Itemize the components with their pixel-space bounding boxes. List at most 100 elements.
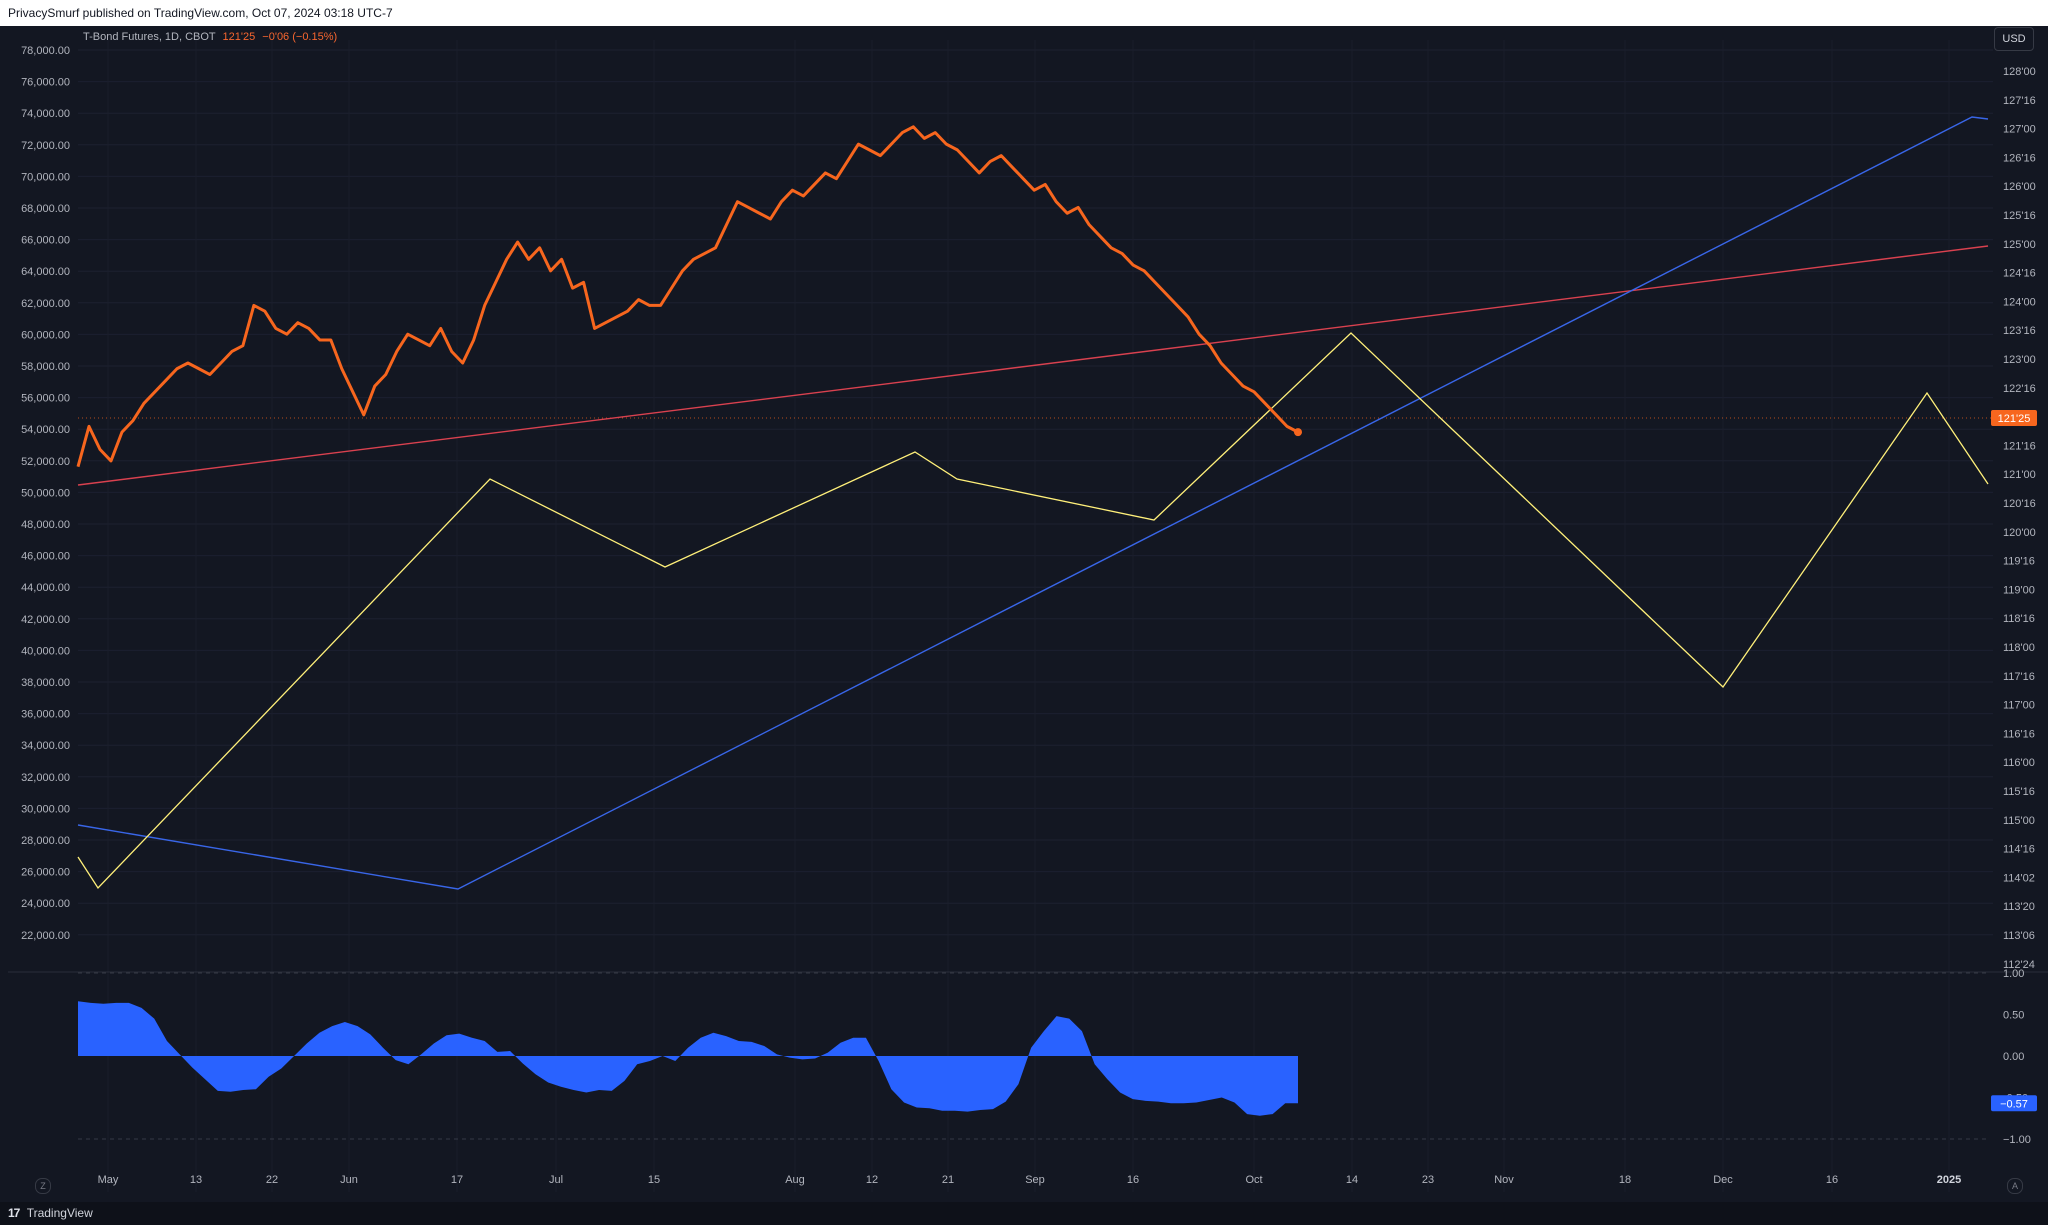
- right-axis-tick: 121'00: [2003, 469, 2036, 481]
- left-axis-tick: 50,000.00: [21, 487, 70, 499]
- right-axis-tick: 113'06: [2003, 930, 2035, 942]
- time-axis-tick: 13: [190, 1174, 202, 1186]
- right-axis-tick: 116'16: [2003, 728, 2035, 740]
- oscillator-tick: 0.00: [2003, 1051, 2024, 1063]
- time-axis-tick: Oct: [1245, 1174, 1262, 1186]
- oscillator-tick: 1.00: [2003, 968, 2024, 980]
- time-axis-tick: 17: [451, 1174, 463, 1186]
- left-axis-tick: 40,000.00: [21, 645, 70, 657]
- right-axis-tick: 125'16: [2003, 210, 2036, 222]
- right-axis-tick: 126'00: [2003, 181, 2036, 193]
- legend-change: −0'06 (−0.15%): [262, 31, 338, 43]
- right-axis-tick: 119'00: [2003, 584, 2035, 596]
- right-axis-tick: 127'00: [2003, 124, 2036, 136]
- left-axis-tick: 32,000.00: [21, 772, 70, 784]
- price-last-point: [1294, 428, 1302, 437]
- oscillator-value-label: −0.57: [2000, 1098, 2028, 1110]
- right-axis-tick: 113'20: [2003, 901, 2035, 913]
- oscillator-area: [78, 1001, 1298, 1116]
- time-axis-tick: May: [98, 1174, 119, 1186]
- blue-trendline: [77, 116, 1989, 890]
- left-axis-tick: 52,000.00: [21, 456, 70, 468]
- tradingview-logo-icon[interactable]: 17: [8, 1202, 20, 1225]
- right-axis-tick: 122'16: [2003, 383, 2036, 395]
- time-axis-tick: Nov: [1494, 1174, 1514, 1186]
- time-axis-tick: Sep: [1025, 1174, 1045, 1186]
- right-axis-tick: 123'00: [2003, 354, 2036, 366]
- right-axis-tick: 124'16: [2003, 268, 2036, 280]
- oscillator-axis: 1.000.500.00-0.50−1.00: [2003, 968, 2031, 1146]
- publisher-text: PrivacySmurf published on TradingView.co…: [8, 6, 393, 20]
- current-price-label: 121'25: [1998, 413, 2031, 425]
- left-axis-tick: 68,000.00: [21, 203, 70, 215]
- left-axis-tick: 62,000.00: [21, 298, 70, 310]
- time-axis-tick: Jul: [549, 1174, 563, 1186]
- right-axis-tick: 119'16: [2003, 556, 2035, 568]
- right-axis-tick: 127'16: [2003, 95, 2036, 107]
- price-line: [76, 125, 1299, 468]
- left-axis-tick: 44,000.00: [21, 582, 70, 594]
- currency-button[interactable]: USD: [1994, 27, 2034, 51]
- right-axis-tick: 114'16: [2003, 844, 2035, 856]
- time-axis-tick: 16: [1826, 1174, 1838, 1186]
- time-axis-tick: Aug: [785, 1174, 805, 1186]
- footer-bar: 17 TradingView: [0, 1202, 2048, 1225]
- time-axis-tick: Jun: [340, 1174, 358, 1186]
- auto-scale-right-button[interactable]: A: [2007, 1178, 2023, 1194]
- time-axis-tick: 16: [1127, 1174, 1139, 1186]
- left-axis-tick: 34,000.00: [21, 740, 70, 752]
- left-axis-tick: 30,000.00: [21, 803, 70, 815]
- left-axis-tick: 48,000.00: [21, 519, 70, 531]
- left-axis-tick: 78,000.00: [21, 45, 70, 57]
- auto-scale-left-button[interactable]: Z: [35, 1178, 51, 1194]
- time-axis-tick: Dec: [1713, 1174, 1733, 1186]
- chart-area[interactable]: 78,000.00 76,000.00 74,000.00 72,000.00 70,0…: [8, 22, 2048, 1212]
- right-axis-tick: 121'16: [2003, 440, 2036, 452]
- right-axis-tick: 115'00: [2003, 815, 2035, 827]
- right-axis-tick: 125'00: [2003, 239, 2036, 251]
- time-axis-tick: 23: [1422, 1174, 1434, 1186]
- left-axis: 78,000.00 76,000.00 74,000.00 72,000.00 70,0…: [21, 45, 70, 942]
- legend-last: 121'25: [222, 31, 256, 43]
- time-axis-tick: 2025: [1937, 1174, 1961, 1186]
- left-axis-tick: 26,000.00: [21, 867, 70, 879]
- left-axis-tick: 70,000.00: [21, 171, 70, 183]
- time-axis-tick: 22: [266, 1174, 278, 1186]
- chart-legend: T-Bond Futures, 1D, CBOT 121'25 −0'06 (−…: [83, 31, 337, 43]
- chart-canvas[interactable]: 78,000.00 76,000.00 74,000.00 72,000.00 70,0…: [8, 22, 2048, 1202]
- left-axis-tick: 38,000.00: [21, 677, 70, 689]
- left-axis-tick: 76,000.00: [21, 77, 70, 89]
- right-axis-tick: 118'16: [2003, 613, 2035, 625]
- right-axis-tick: 120'16: [2003, 498, 2036, 510]
- left-axis-tick: 72,000.00: [21, 140, 70, 152]
- time-axis-tick: 15: [648, 1174, 660, 1186]
- oscillator-tick: 0.50: [2003, 1010, 2024, 1022]
- legend-symbol[interactable]: T-Bond Futures, 1D, CBOT: [83, 31, 215, 43]
- left-axis-tick: 74,000.00: [21, 108, 70, 120]
- left-axis-tick: 66,000.00: [21, 235, 70, 247]
- time-axis: May 13 22 Jun 17 Jul 15 Aug 12 21 Sep 16 Oct 14 23 Nov 1…: [98, 1174, 1962, 1186]
- right-axis-tick: 117'16: [2003, 671, 2035, 683]
- time-axis-tick: 21: [942, 1174, 954, 1186]
- time-axis-tick: 12: [866, 1174, 878, 1186]
- oscillator-tick: −1.00: [2003, 1134, 2031, 1146]
- footer-brand[interactable]: TradingView: [27, 1206, 93, 1220]
- left-axis-tick: 36,000.00: [21, 709, 70, 721]
- grid-lines: [78, 40, 1993, 1192]
- right-axis-tick: 118'00: [2003, 642, 2035, 654]
- right-axis: 128'00 127'16 127'00 126'16 126'00 125'16 125'…: [2003, 66, 2036, 971]
- left-axis-tick: 60,000.00: [21, 329, 70, 341]
- left-axis-tick: 28,000.00: [21, 835, 70, 847]
- right-axis-tick: 116'00: [2003, 757, 2035, 769]
- time-axis-tick: 14: [1346, 1174, 1358, 1186]
- left-axis-tick: 56,000.00: [21, 393, 70, 405]
- yellow-projection-line: [77, 332, 1989, 890]
- left-axis-tick: 24,000.00: [21, 898, 70, 910]
- right-axis-tick: 114'02: [2003, 872, 2035, 884]
- right-axis-tick: 126'16: [2003, 152, 2036, 164]
- left-axis-tick: 42,000.00: [21, 614, 70, 626]
- time-axis-tick: 18: [1619, 1174, 1631, 1186]
- right-axis-tick: 120'00: [2003, 527, 2036, 539]
- left-axis-tick: 46,000.00: [21, 551, 70, 563]
- right-axis-tick: 123'16: [2003, 325, 2036, 337]
